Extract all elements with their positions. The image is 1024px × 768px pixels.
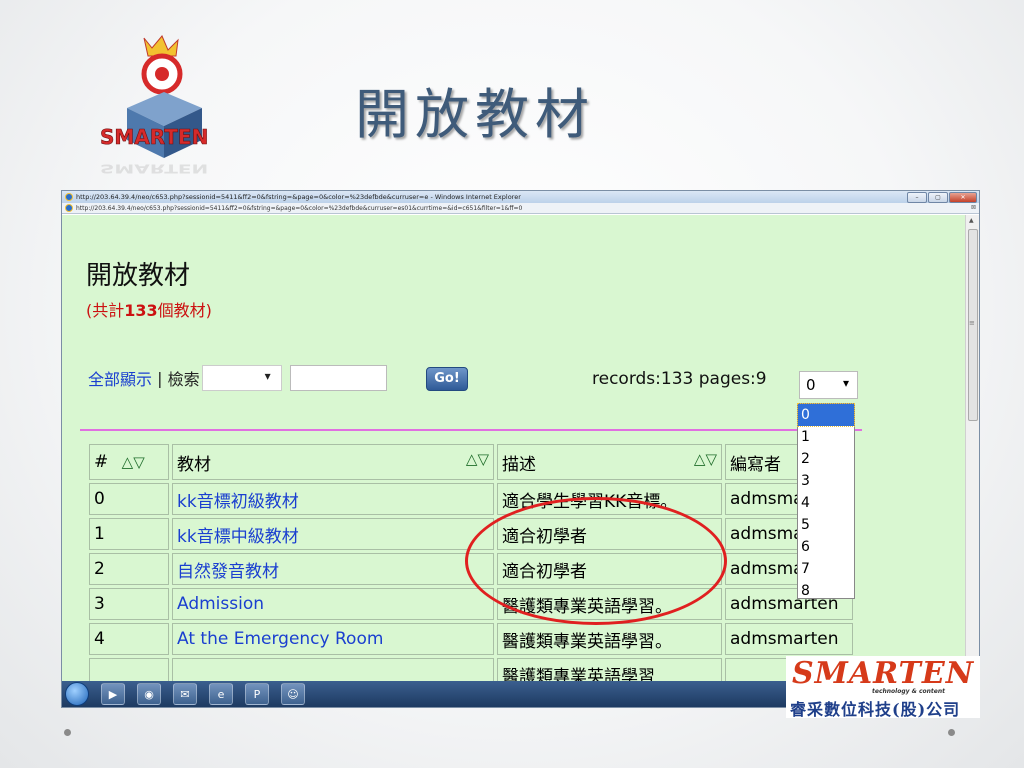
outlook-icon[interactable]: ✉ [173,683,197,705]
page-option[interactable]: 5 [798,514,854,536]
row-number: 2 [89,553,169,585]
maximize-button[interactable]: ▢ [928,192,948,203]
brand-tagline: technology & content [872,688,945,695]
table-row: 醫護類專業英語學習 [89,658,853,681]
table-row: 3 Admission 醫護類專業英語學習。 admsmarten [89,588,853,620]
page-option[interactable]: 8 [798,580,854,602]
chevron-down-icon: ▾ [842,376,849,390]
page-option[interactable]: 4 [798,492,854,514]
slide-title: 開放教材 [355,83,595,146]
row-description: 醫護類專業英語學習 [497,658,722,681]
header-number[interactable]: # △▽ [89,444,169,480]
row-description: 醫護類專業英語學習。 [497,623,722,655]
annotation-ellipse [465,497,727,625]
chevron-down-icon: ▾ [264,369,271,383]
page-option[interactable]: 7 [798,558,854,580]
logo-text: SMARTEN [100,125,208,149]
sort-arrows-icon[interactable]: △▽ [694,450,717,468]
filter-bar: 全部顯示 | 檢索 ▾ [88,365,387,391]
minimize-button[interactable]: – [907,192,927,203]
window-controls: – ▢ ✕ [907,192,977,203]
show-all-link[interactable]: 全部顯示 [88,366,152,390]
go-button[interactable]: Go! [426,367,468,391]
smarten-logo: SMARTEN SMARTEN [92,30,242,180]
header-label: 編寫者 [730,454,781,475]
row-number: 0 [89,483,169,515]
page-select-value: 0 [806,376,816,394]
sort-arrows-icon[interactable]: △▽ [122,453,145,471]
page-content: 開放教材 (共計133個教材) 全部顯示 | 檢索 ▾ Go! records:… [62,215,965,681]
search-field-select[interactable]: ▾ [201,365,282,391]
page-heading: 開放教材 [86,261,191,291]
messenger-icon[interactable]: ☺ [281,683,305,705]
address-url: http://203.64.39.4/neo/c653.php?sessioni… [76,204,523,212]
media-player-icon[interactable]: ▶ [101,683,125,705]
ie-icon [65,193,73,201]
header-label: 描述 [502,454,536,475]
row-number: 4 [89,623,169,655]
header-label: # [94,452,109,472]
header-label: 教材 [177,454,211,475]
window-title: http://203.64.39.4/neo/c653.php?sessioni… [76,193,521,201]
brand-logo: SMARTEN technology & content 睿采數位科技(股)公司 [786,656,980,719]
start-button[interactable] [65,682,89,706]
table-row: 0 kk音標初級教材 適合學生學習KK音標。 admsmarten [89,483,853,515]
filter-separator: | [152,368,168,388]
page-option[interactable]: 3 [798,470,854,492]
count-prefix: (共計 [86,301,125,320]
window-titlebar: http://203.64.39.4/neo/c653.php?sessioni… [62,191,979,203]
internet-explorer-icon[interactable]: e [209,683,233,705]
header-description[interactable]: 描述 △▽ [497,444,722,480]
scroll-up-icon[interactable]: ▲ [969,217,974,224]
scroll-grip-icon: ≡ [969,319,975,327]
count-number: 133 [124,301,158,320]
address-bar[interactable]: http://203.64.39.4/neo/c653.php?sessioni… [62,203,979,214]
count-suffix: 個教材) [157,301,212,320]
page-option[interactable]: 1 [798,426,854,448]
divider [80,429,862,431]
search-input[interactable] [289,365,387,391]
browser-window: http://203.64.39.4/neo/c653.php?sessioni… [61,190,980,708]
chrome-icon[interactable]: ◉ [137,683,161,705]
slide-dot [64,729,71,736]
header-title[interactable]: 教材 △▽ [172,444,494,480]
slide-dot [948,729,955,736]
material-link[interactable] [172,658,494,681]
material-link[interactable]: kk音標中級教材 [172,518,494,550]
brand-name: SMARTEN [792,656,975,691]
records-info: records:133 pages:9 [592,369,767,389]
material-link[interactable]: kk音標初級教材 [172,483,494,515]
search-label: 檢索 [167,370,200,389]
page-option[interactable]: 6 [798,536,854,558]
page-option[interactable]: 2 [798,448,854,470]
row-number: 1 [89,518,169,550]
row-number: 3 [89,588,169,620]
close-button[interactable]: ✕ [949,192,977,203]
table-header-row: # △▽ 教材 △▽ 描述 △▽ 編寫者 [89,444,853,480]
material-count: (共計133個教材) [86,297,212,321]
material-link[interactable]: Admission [172,588,494,620]
row-author: admsmarten [725,623,853,655]
sort-arrows-icon[interactable]: △▽ [466,450,489,468]
powerpoint-icon[interactable]: P [245,683,269,705]
page-option[interactable]: 0 [797,403,855,427]
material-link[interactable]: At the Emergency Room [172,623,494,655]
material-link[interactable]: 自然發音教材 [172,553,494,585]
page-icon [65,204,73,212]
address-bar-icon[interactable]: ⊠ [971,204,976,211]
row-number [89,658,169,681]
table-row: 4 At the Emergency Room 醫護類專業英語學習。 admsm… [89,623,853,655]
vertical-scrollbar[interactable]: ▲ ≡ [965,215,979,681]
svg-text:SMARTEN: SMARTEN [100,161,208,175]
page-select[interactable]: 0 ▾ [799,371,858,399]
brand-company: 睿采數位科技(股)公司 [790,700,961,719]
page-dropdown-list: 0 1 2 3 4 5 6 7 8 [797,403,855,599]
